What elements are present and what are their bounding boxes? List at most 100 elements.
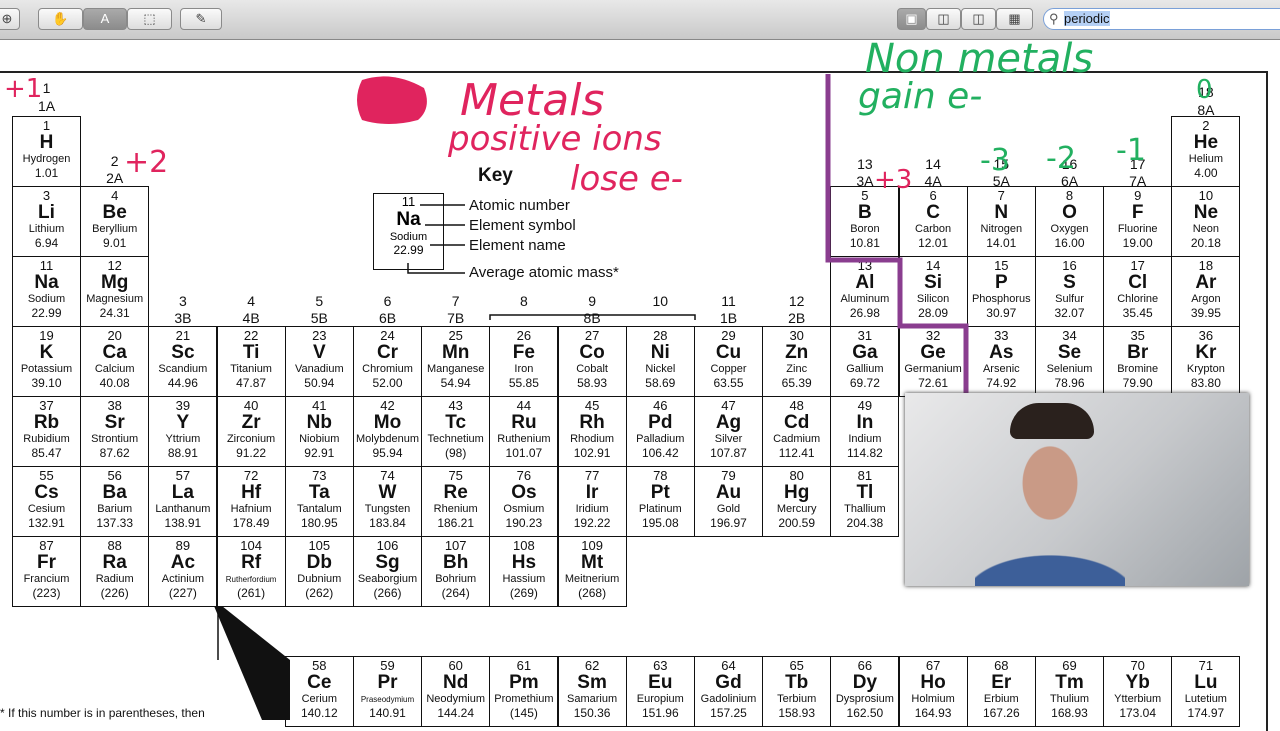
element-name: Bohrium [435,573,477,585]
rect-select-tool-icon[interactable]: ⬚ [127,8,172,30]
atomic-number: 109 [581,538,603,553]
atomic-mass: 28.09 [918,306,949,320]
element-name: Boron [850,223,880,235]
atomic-number: 18 [1198,258,1214,273]
atomic-mass: 32.07 [1054,306,1085,320]
element-europium: 63 Eu Europium 151.96 [625,656,695,727]
atomic-number: 15 [994,258,1009,273]
atomic-number: 10 [1198,188,1214,203]
facing-pages-view-icon[interactable]: ◫ [961,8,996,30]
webcam-video-overlay [905,393,1249,586]
element-name: Arsenic [982,363,1020,375]
group-label: 1A [37,98,56,114]
footnote: * If this number is in parentheses, then [0,706,205,720]
group-label: 2B [788,310,806,326]
element-cerium: 58 Ce Cerium 140.12 [284,656,354,727]
group-label: 11 [721,293,736,309]
element-oxygen: 8 O Oxygen 16.00 [1035,186,1104,257]
text-select-tool-icon[interactable]: A [83,8,127,30]
element-name: Platinum [638,503,682,515]
atomic-number: 63 [653,658,668,673]
atomic-number: 38 [107,398,122,413]
element-name: Scandium [158,363,208,375]
element-symbol: Mo [373,412,402,433]
key-label: Element symbol [469,217,576,234]
element-symbol: Pr [377,672,398,693]
key-name: Sodium [389,231,428,243]
atomic-mass: 58.69 [645,376,676,390]
search-input[interactable]: ⚲ periodic [1043,8,1280,30]
atomic-mass: 157.25 [710,706,747,720]
two-pages-view-icon[interactable]: ◫ [926,8,961,30]
group-label: 17 [1129,156,1146,172]
element-symbol: Mn [441,342,470,363]
element-symbol: La [171,482,194,503]
element-zinc: 30 Zn Zinc 65.39 [762,326,832,397]
element-name: Thulium [1049,693,1090,705]
element-symbol: Ra [102,552,127,573]
atomic-number: 80 [789,468,804,483]
element-name: Carbon [915,223,952,235]
element-bohrium: 107 Bh Bohrium (264) [421,536,491,607]
atomic-mass: 14.01 [986,236,1017,250]
element-francium: 87 Fr Francium (223) [12,536,81,607]
group-label: 2 [110,153,119,169]
element-arsenic: 33 As Arsenic 74.92 [966,326,1036,397]
group-label: 8B [583,310,601,326]
element-scandium: 21 Sc Scandium 44.96 [148,326,218,397]
group-label: 5 [315,293,324,309]
atomic-number: 71 [1198,658,1214,673]
element-hydrogen: 1 H Hydrogen 1.01 [12,116,81,187]
element-rutherfordium: 104 Rf Rutherfordium (261) [216,536,286,607]
element-symbol: Au [715,482,742,503]
atomic-number: 8 [1065,188,1074,203]
atomic-number: 13 [857,258,873,273]
element-name: Selenium [1046,363,1093,375]
element-name: Cerium [301,693,338,705]
contact-sheet-view-icon[interactable]: ▦ [996,8,1033,30]
atomic-mass: 6.94 [34,236,59,250]
single-page-view-icon[interactable]: ▣ [897,8,926,30]
element-name: Chlorine [1117,293,1159,305]
element-name: Vanadium [294,363,344,375]
atomic-number: 22 [243,328,259,343]
atomic-number: 25 [448,328,463,343]
atomic-mass: 204.38 [846,516,884,530]
atomic-mass: 88.91 [167,446,198,460]
element-symbol: Tc [445,412,467,433]
element-symbol: As [989,342,1014,363]
group-label: 3A [856,173,874,189]
element-name: Niobium [299,433,340,445]
element-symbol: Ni [650,342,670,363]
annotate-pencil-icon[interactable]: ✎ [180,8,222,30]
atomic-number: 40 [243,398,259,413]
atomic-mass: 168.93 [1051,706,1088,720]
element-symbol: Y [176,412,190,433]
atomic-mass: (264) [441,586,470,600]
element-symbol: Na [34,272,59,293]
element-lanthanum: 57 La Lanthanum 138.91 [148,466,218,537]
element-symbol: Eu [648,672,673,693]
key-label: Average atomic mass* [469,264,619,281]
element-lithium: 3 Li Lithium 6.94 [12,186,81,257]
atomic-mass: 44.96 [167,376,198,390]
atomic-mass: 180.95 [300,516,338,530]
atomic-mass: 16.00 [1054,236,1085,250]
element-symbol: Zr [241,412,261,433]
element-name: Molybdenum [356,433,419,445]
element-helium: 2 He Helium 4.00 [1171,116,1241,187]
atomic-mass: 183.84 [369,516,406,530]
atomic-number: 74 [380,468,395,483]
atomic-mass: 83.80 [1190,376,1221,390]
group-label: 18 [1198,84,1214,100]
group-label: 14 [925,156,941,172]
atomic-number: 24 [380,328,395,343]
element-name: Phosphorus [971,293,1031,305]
element-name: Beryllium [92,223,138,235]
zoom-icon[interactable]: ⊕ [0,8,20,30]
atomic-number: 55 [39,468,54,483]
hand-tool-icon[interactable]: ✋ [38,8,83,30]
atomic-number: 29 [721,328,736,343]
atomic-number: 30 [789,328,804,343]
atomic-number: 58 [312,658,327,673]
